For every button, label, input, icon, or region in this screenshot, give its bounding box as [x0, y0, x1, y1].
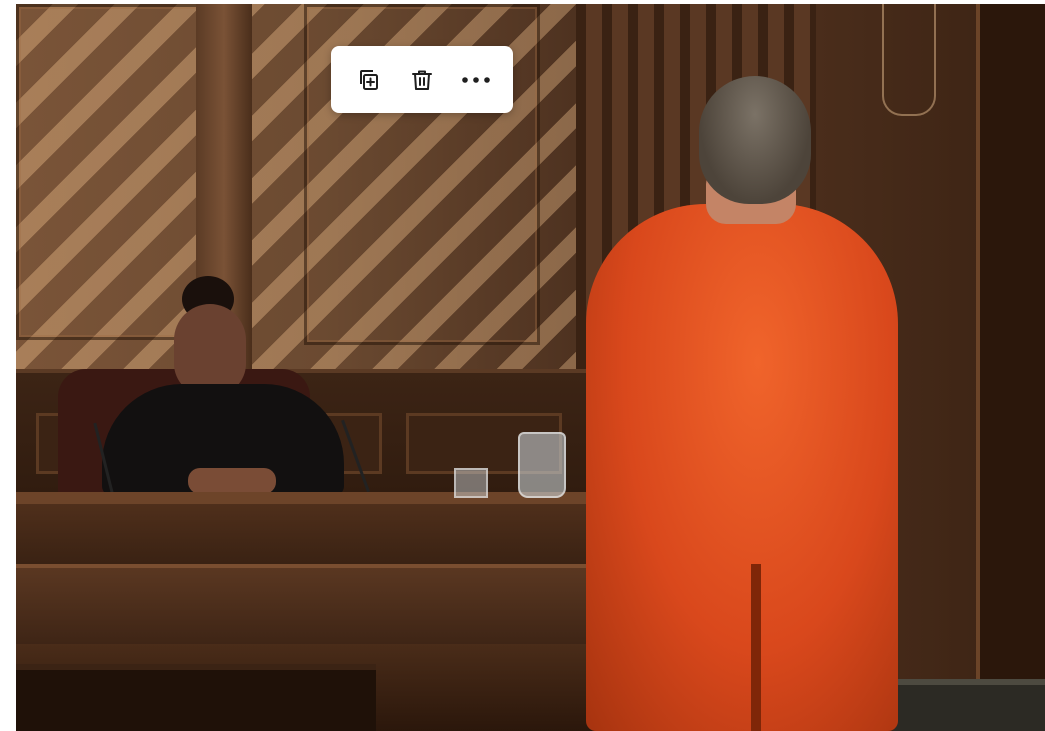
judge-head	[174, 304, 246, 396]
duplicate-icon	[360, 69, 378, 90]
more-options-button[interactable]	[456, 60, 496, 100]
defendant-head	[699, 76, 811, 204]
judge-bench	[16, 504, 636, 564]
wall-panel	[16, 4, 202, 340]
delete-button[interactable]	[402, 60, 442, 100]
defendant-orange-jumpsuit	[586, 204, 898, 731]
judge-hands	[188, 468, 276, 494]
wall-bracket	[882, 4, 936, 116]
duplicate-button[interactable]	[348, 60, 388, 100]
door-frame	[976, 4, 1045, 724]
foreground-rail	[16, 664, 376, 731]
more-horizontal-icon	[462, 76, 490, 83]
foreground-table	[894, 679, 1045, 731]
water-pitcher	[518, 432, 566, 498]
image-action-toolbar	[331, 46, 513, 113]
selected-image[interactable]	[16, 4, 1045, 731]
water-glass	[454, 468, 488, 498]
trash-icon	[412, 70, 432, 90]
jumpsuit-leg-seam	[751, 564, 761, 731]
